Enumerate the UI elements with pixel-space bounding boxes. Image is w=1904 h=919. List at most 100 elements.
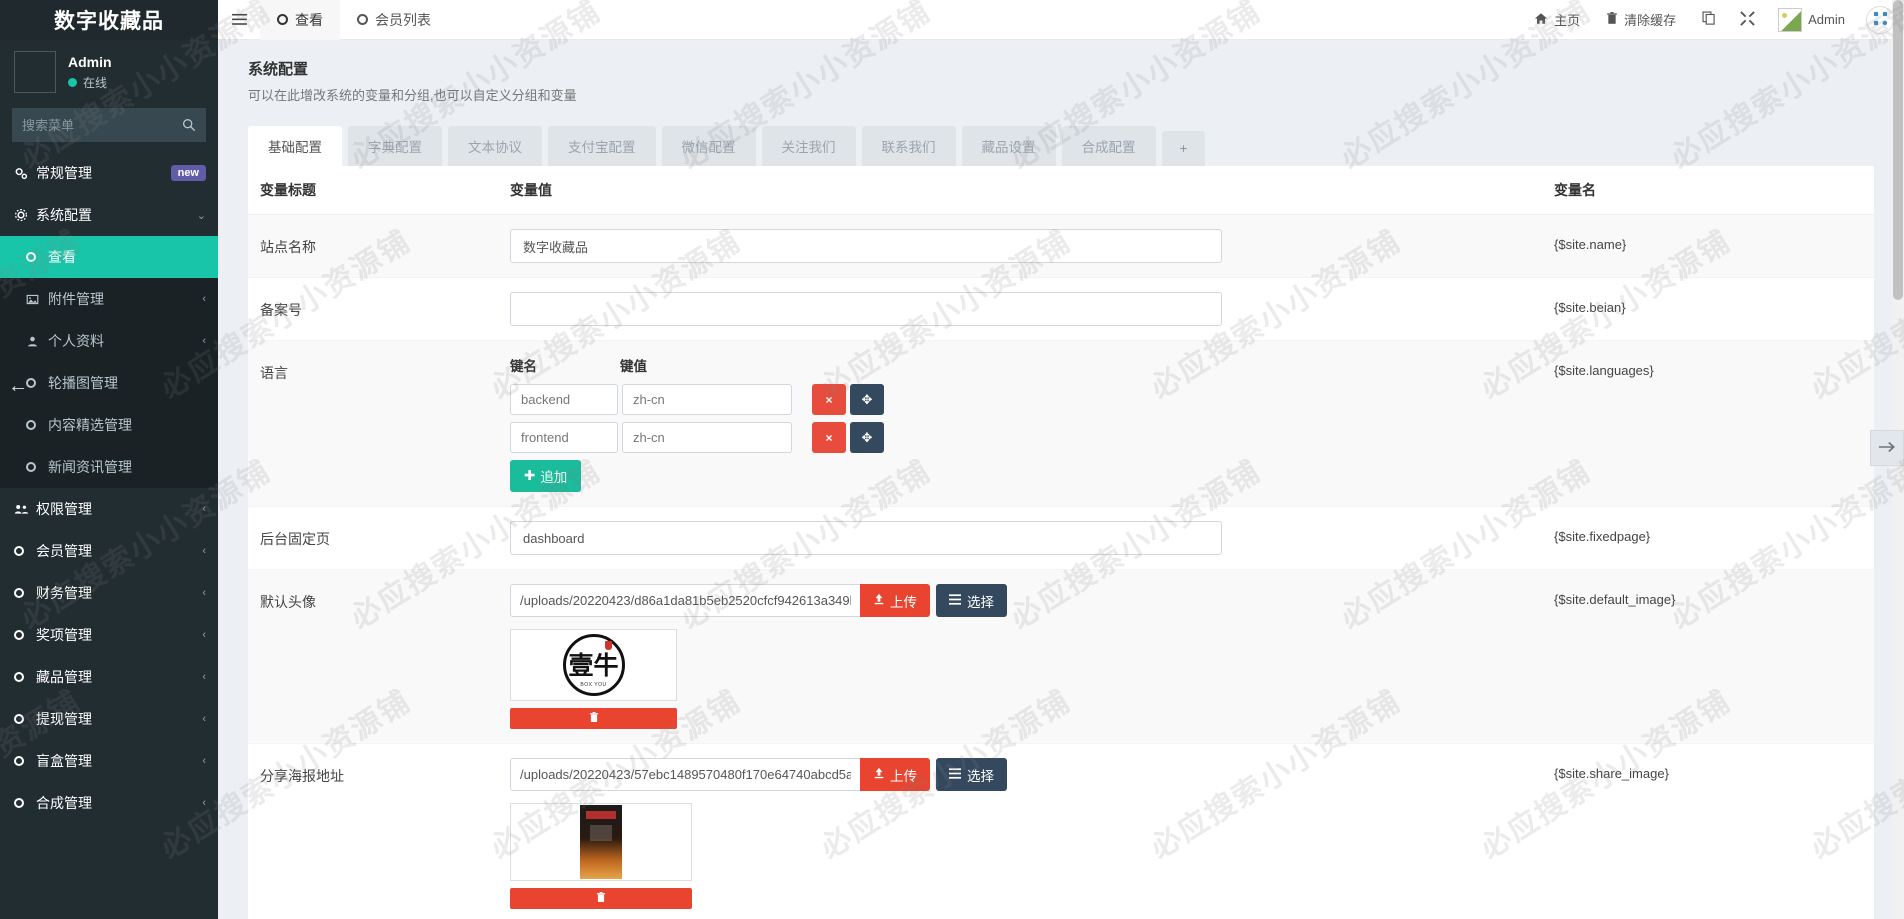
- tab-wechat-config[interactable]: 微信配置: [661, 126, 756, 166]
- share-image-thumbnail[interactable]: [510, 803, 692, 881]
- kv-value-input[interactable]: [622, 422, 792, 453]
- form-row-languages: 语言 键名 键值 × ✥ ×: [248, 341, 1874, 507]
- search-icon: [183, 119, 196, 132]
- nav-tab-view[interactable]: 查看: [260, 0, 340, 40]
- sidebar-item-news[interactable]: 新闻资讯管理: [0, 446, 218, 488]
- sidebar-item-carousel[interactable]: 轮播图管理: [0, 362, 218, 404]
- home-icon: [1534, 12, 1548, 28]
- delete-default-image-button[interactable]: [510, 708, 677, 729]
- tab-basic-config[interactable]: 基础配置: [248, 126, 342, 166]
- choose-button[interactable]: 选择: [936, 584, 1007, 617]
- avatar: [14, 51, 56, 93]
- sidebar-item-label: 权限管理: [36, 501, 92, 517]
- search-button[interactable]: [172, 108, 206, 142]
- user-icon: [26, 335, 48, 348]
- content-header: 系统配置 可以在此增改系统的变量和分组,也可以自定义分组和变量: [218, 40, 1904, 112]
- site-name-input[interactable]: [510, 229, 1222, 263]
- page-title: 系统配置: [248, 61, 309, 78]
- column-header-value: 变量值: [510, 182, 552, 198]
- add-language-button[interactable]: ✚ 追加: [510, 460, 582, 492]
- share-image-path-input[interactable]: [510, 758, 860, 791]
- sidebar-item-system-config[interactable]: 系统配置 ⌄: [0, 194, 218, 236]
- sidebar-item-general[interactable]: 常规管理 new: [0, 152, 218, 194]
- kv-key-input[interactable]: [510, 422, 618, 453]
- clear-cache-label: 清除缓存: [1624, 13, 1677, 28]
- users-icon: [14, 503, 36, 516]
- upload-button[interactable]: 上传: [860, 758, 930, 791]
- default-image-thumbnail[interactable]: 壹牛 BOX YOU: [510, 629, 677, 701]
- tab-contact-us[interactable]: 联系我们: [861, 126, 956, 166]
- brand-logo[interactable]: 数字收藏品: [0, 0, 218, 40]
- nav-tab-member-list[interactable]: 会员列表: [340, 0, 448, 40]
- tab-add-button[interactable]: +: [1161, 131, 1206, 166]
- hamburger-icon[interactable]: [218, 0, 260, 40]
- sidebar-item-attachment[interactable]: 附件管理 ‹: [0, 278, 218, 320]
- chevron-left-icon: ‹: [202, 587, 206, 599]
- side-panel-toggle[interactable]: [1870, 430, 1904, 466]
- kv-key-input[interactable]: [510, 384, 618, 415]
- sidebar-item-member[interactable]: 会员管理 ‹: [0, 530, 218, 572]
- qrcode-icon: [1873, 11, 1888, 29]
- sidebar-item-withdraw[interactable]: 提现管理 ‹: [0, 698, 218, 740]
- tab-synthesis-config[interactable]: 合成配置: [1061, 126, 1156, 166]
- copy-button[interactable]: [1689, 0, 1729, 40]
- row-label: 站点名称: [260, 239, 316, 255]
- user-menu-label: Admin: [1808, 12, 1845, 27]
- kv-delete-button[interactable]: ×: [812, 422, 846, 453]
- delete-share-image-button[interactable]: [510, 888, 692, 909]
- chevron-left-icon: ‹: [202, 671, 206, 683]
- kv-row: × ✥: [510, 384, 1554, 415]
- sidebar-item-synthesis[interactable]: 合成管理 ‹: [0, 782, 218, 824]
- kv-move-handle[interactable]: ✥: [850, 422, 884, 453]
- collapse-back-arrow-icon[interactable]: ←: [8, 375, 28, 398]
- upload-label: 上传: [890, 594, 917, 610]
- tab-dict-config[interactable]: 字典配置: [348, 126, 442, 166]
- sidebar-item-blindbox[interactable]: 盲盒管理 ‹: [0, 740, 218, 782]
- sidebar-item-permission[interactable]: 权限管理 ‹: [0, 488, 218, 530]
- row-varname: {$site.beian}: [1554, 300, 1626, 315]
- sidebar-item-collection[interactable]: 藏品管理 ‹: [0, 656, 218, 698]
- user-panel: Admin 在线: [0, 40, 218, 104]
- sidebar-item-view[interactable]: 查看: [0, 236, 218, 278]
- circle-o-icon: [26, 378, 48, 388]
- fullscreen-button[interactable]: [1729, 0, 1765, 40]
- upload-button[interactable]: 上传: [860, 584, 930, 617]
- circle-o-icon: [26, 420, 48, 430]
- home-button[interactable]: 主页: [1521, 0, 1593, 40]
- kv-move-handle[interactable]: ✥: [850, 384, 884, 415]
- default-image-path-input[interactable]: [510, 584, 860, 617]
- sidebar-item-label: 新闻资讯管理: [48, 459, 132, 475]
- chevron-left-icon: ‹: [202, 503, 206, 515]
- row-varname: {$site.name}: [1554, 237, 1627, 252]
- top-navbar: 查看 会员列表 主页 清除缓存 Admin: [218, 0, 1904, 40]
- tab-alipay-config[interactable]: 支付宝配置: [548, 126, 656, 166]
- clear-cache-button[interactable]: 清除缓存: [1593, 0, 1689, 40]
- page-scrollbar-thumb[interactable]: [1893, 0, 1903, 300]
- fixedpage-input[interactable]: [510, 521, 1222, 555]
- sidebar-item-profile[interactable]: 个人资料 ‹: [0, 320, 218, 362]
- sidebar-item-finance[interactable]: 财务管理 ‹: [0, 572, 218, 614]
- sidebar-menu: 常规管理 new 系统配置 ⌄ 查看 附件管理 ‹ 个人资料 ‹ 轮播图管理 内…: [0, 152, 218, 824]
- tab-collection-settings[interactable]: 藏品设置: [961, 126, 1056, 166]
- chevron-left-icon: ‹: [202, 545, 206, 557]
- qrcode-button[interactable]: [1866, 5, 1894, 34]
- tab-text-agreement[interactable]: 文本协议: [448, 126, 542, 166]
- circle-o-icon: [357, 14, 368, 25]
- brand-logo-text: 数字收藏品: [54, 10, 164, 33]
- beian-input[interactable]: [510, 292, 1222, 326]
- sidebar-item-label: 内容精选管理: [48, 417, 132, 433]
- user-menu[interactable]: Admin: [1765, 0, 1858, 40]
- sidebar-item-award[interactable]: 奖项管理 ‹: [0, 614, 218, 656]
- upload-line: 上传 选择: [510, 584, 1554, 617]
- kv-value-input[interactable]: [622, 384, 792, 415]
- upload-line: 上传 选择: [510, 758, 1554, 791]
- tab-follow-us[interactable]: 关注我们: [761, 126, 856, 166]
- sidebar-search: [12, 108, 206, 142]
- sidebar-item-label: 常规管理: [36, 165, 92, 181]
- chevron-left-icon: ‹: [202, 797, 206, 809]
- chevron-left-icon: ‹: [202, 755, 206, 767]
- sidebar-item-featured-content[interactable]: 内容精选管理: [0, 404, 218, 446]
- upload-label: 上传: [890, 768, 917, 784]
- choose-button[interactable]: 选择: [936, 758, 1007, 791]
- kv-delete-button[interactable]: ×: [812, 384, 846, 415]
